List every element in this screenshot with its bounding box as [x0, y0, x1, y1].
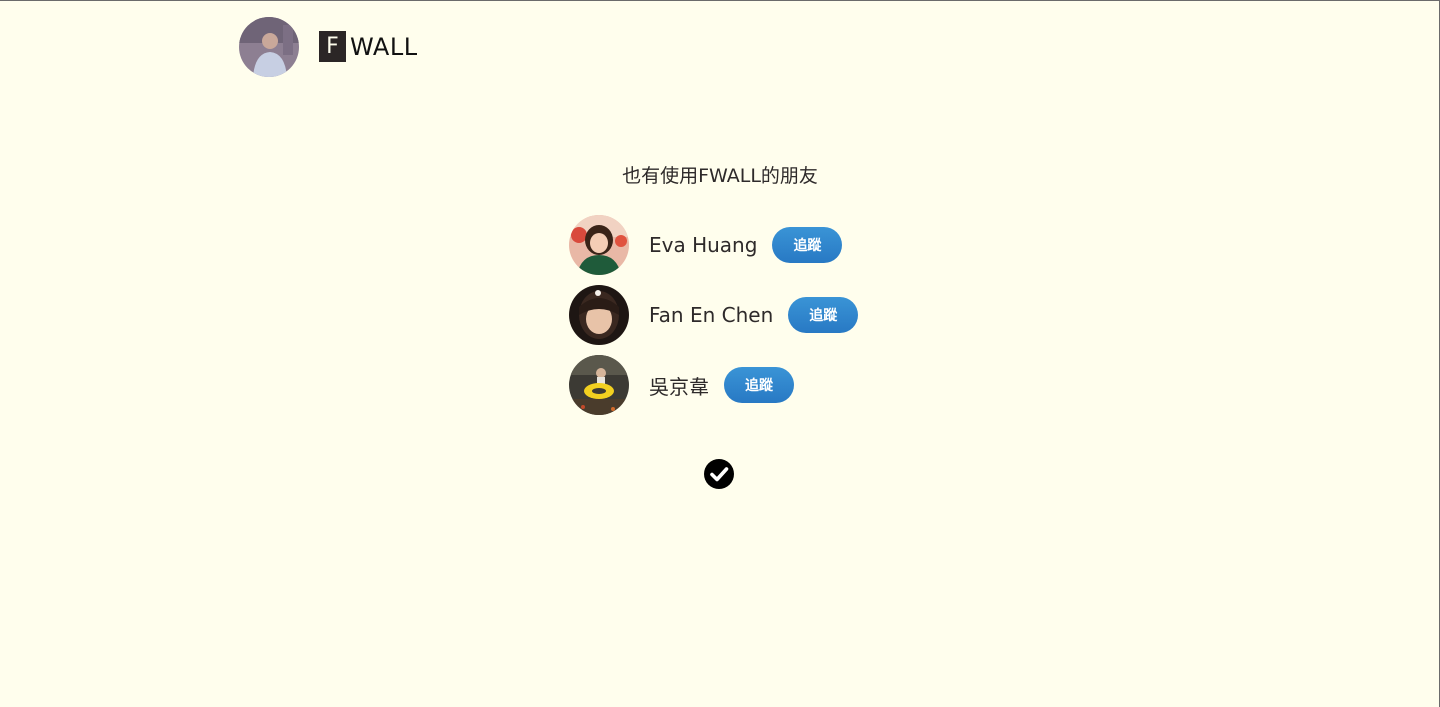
logo-text: WALL [350, 32, 418, 61]
fwall-logo[interactable]: F WALL [319, 31, 418, 63]
list-item: Eva Huang 追蹤 [569, 215, 858, 275]
check-circle-icon[interactable] [704, 459, 734, 489]
friend-avatar[interactable] [569, 285, 629, 345]
user-avatar[interactable] [239, 16, 299, 77]
list-item: Fan En Chen 追蹤 [569, 285, 859, 345]
suggestions-title: 也有使用FWALL的朋友 [622, 165, 818, 187]
friend-avatar[interactable] [569, 355, 629, 415]
logo-letter: F [319, 31, 346, 62]
list-item: 吳京韋 追蹤 [569, 355, 858, 415]
app-header: F WALL [239, 16, 418, 77]
friend-avatar[interactable] [569, 215, 629, 275]
friend-list: Eva Huang 追蹤 Fan En Chen 追蹤 吳京韋 追蹤 [569, 215, 859, 425]
follow-button[interactable]: 追蹤 [724, 367, 794, 403]
follow-button[interactable]: 追蹤 [772, 227, 843, 263]
friend-name[interactable]: Fan En Chen [649, 303, 773, 327]
friend-name[interactable]: Eva Huang [649, 233, 757, 257]
follow-button[interactable]: 追蹤 [788, 297, 859, 333]
friend-name[interactable]: 吳京韋 [649, 371, 709, 400]
